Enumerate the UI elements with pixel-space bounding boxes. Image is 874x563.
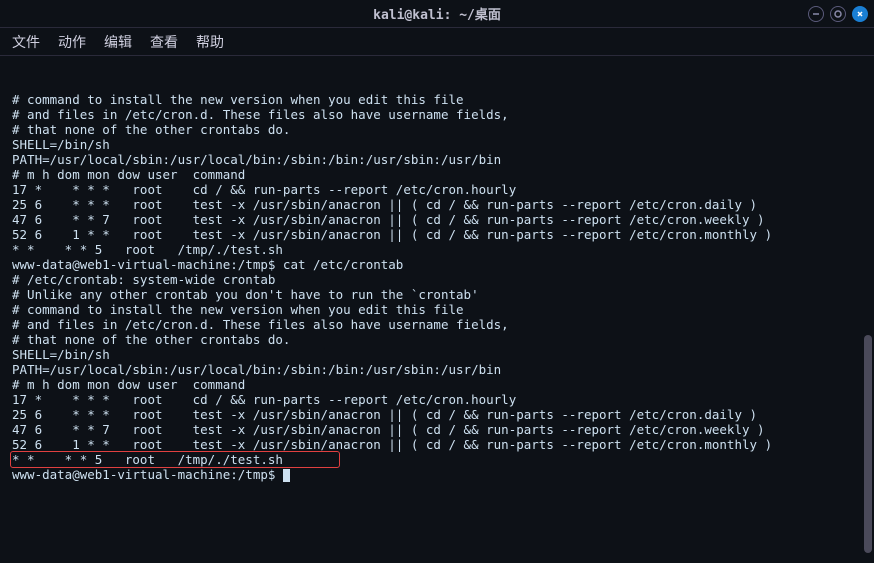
menubar: 文件 动作 编辑 查看 帮助	[0, 28, 874, 56]
window-controls	[808, 6, 868, 22]
maximize-icon	[833, 9, 843, 19]
menu-view[interactable]: 查看	[150, 32, 178, 52]
terminal-window: kali@kali: ~/桌面 文件 动作 编辑 查看 帮助 # command…	[0, 0, 874, 563]
terminal-line: # command to install the new version whe…	[12, 302, 862, 317]
terminal-line: # that none of the other crontabs do.	[12, 332, 862, 347]
minimize-button[interactable]	[808, 6, 824, 22]
terminal-line: PATH=/usr/local/sbin:/usr/local/bin:/sbi…	[12, 362, 862, 377]
terminal-line: 17 * * * * root cd / && run-parts --repo…	[12, 182, 862, 197]
window-title: kali@kali: ~/桌面	[0, 4, 874, 23]
terminal-line: # Unlike any other crontab you don't hav…	[12, 287, 862, 302]
terminal-line: # m h dom mon dow user command	[12, 167, 862, 182]
menu-edit[interactable]: 编辑	[104, 32, 132, 52]
menu-file[interactable]: 文件	[12, 32, 40, 52]
terminal-line: 25 6 * * * root test -x /usr/sbin/anacro…	[12, 407, 862, 422]
terminal-content[interactable]: # command to install the new version whe…	[0, 56, 874, 563]
terminal-line: SHELL=/bin/sh	[12, 137, 862, 152]
terminal-line: # m h dom mon dow user command	[12, 377, 862, 392]
terminal-line: * * * * 5 root /tmp/./test.sh	[12, 242, 862, 257]
terminal-line: # that none of the other crontabs do.	[12, 122, 862, 137]
minimize-icon	[811, 9, 821, 19]
cursor	[283, 469, 290, 482]
terminal-line: PATH=/usr/local/sbin:/usr/local/bin:/sbi…	[12, 152, 862, 167]
terminal-line: www-data@web1-virtual-machine:/tmp$ cat …	[12, 257, 862, 272]
maximize-button[interactable]	[830, 6, 846, 22]
terminal-line: www-data@web1-virtual-machine:/tmp$	[12, 467, 862, 482]
terminal-line: # and files in /etc/cron.d. These files …	[12, 317, 862, 332]
close-icon	[855, 9, 865, 19]
menu-actions[interactable]: 动作	[58, 32, 86, 52]
terminal-line: 52 6 1 * * root test -x /usr/sbin/anacro…	[12, 227, 862, 242]
terminal-line: SHELL=/bin/sh	[12, 347, 862, 362]
terminal-line: 47 6 * * 7 root test -x /usr/sbin/anacro…	[12, 422, 862, 437]
scrollbar-thumb[interactable]	[864, 335, 872, 553]
terminal-line: # and files in /etc/cron.d. These files …	[12, 107, 862, 122]
terminal-line: 25 6 * * * root test -x /usr/sbin/anacro…	[12, 197, 862, 212]
terminal-line: 52 6 1 * * root test -x /usr/sbin/anacro…	[12, 437, 862, 452]
terminal-line: 17 * * * * root cd / && run-parts --repo…	[12, 392, 862, 407]
close-button[interactable]	[852, 6, 868, 22]
terminal-line: 47 6 * * 7 root test -x /usr/sbin/anacro…	[12, 212, 862, 227]
terminal-line: # /etc/crontab: system-wide crontab	[12, 272, 862, 287]
terminal-line: * * * * 5 root /tmp/./test.sh	[12, 452, 862, 467]
titlebar: kali@kali: ~/桌面	[0, 0, 874, 28]
terminal-line: # command to install the new version whe…	[12, 92, 862, 107]
menu-help[interactable]: 帮助	[196, 32, 224, 52]
